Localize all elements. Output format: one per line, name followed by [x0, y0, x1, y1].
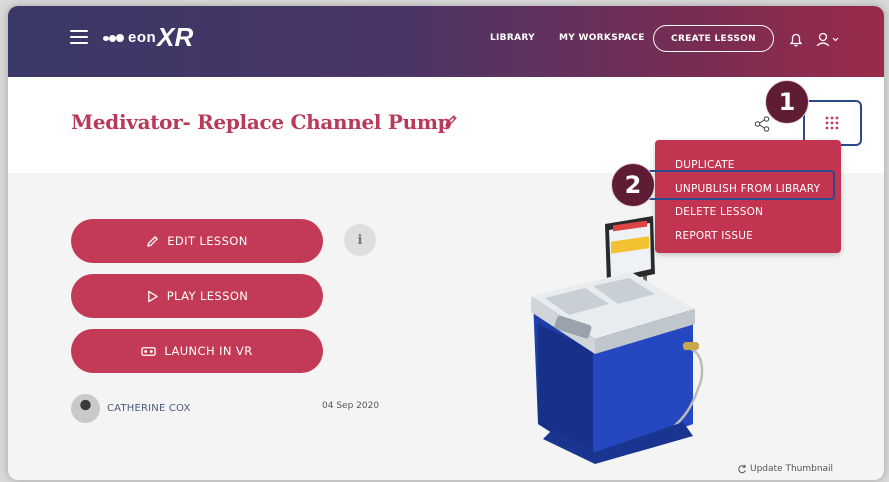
play-lesson-button[interactable]: PLAY LESSON: [71, 274, 323, 318]
app-window: eon XR LIBRARY MY WORKSPACE CREATE LESSO…: [8, 6, 884, 480]
grid-dots-icon: [825, 116, 839, 130]
edit-lesson-button[interactable]: EDIT LESSON: [71, 219, 323, 263]
bell-icon[interactable]: [789, 33, 803, 47]
launch-vr-button[interactable]: LAUNCH IN VR: [71, 329, 323, 373]
logo-text: eon: [128, 28, 157, 46]
logo-xr: XR: [157, 21, 194, 52]
update-thumbnail-link[interactable]: Update Thumbnail: [737, 464, 833, 474]
play-icon: [147, 290, 158, 302]
edit-lesson-label: EDIT LESSON: [167, 234, 248, 248]
callout-badge-1: 1: [765, 80, 809, 124]
update-thumbnail-label: Update Thumbnail: [750, 464, 834, 474]
info-button[interactable]: i: [344, 224, 376, 256]
nav-my-workspace[interactable]: MY WORKSPACE: [559, 33, 645, 43]
top-navbar: eon XR LIBRARY MY WORKSPACE CREATE LESSO…: [8, 6, 884, 77]
logo-mark-icon: [103, 31, 125, 43]
author-name[interactable]: CATHERINE COX: [107, 403, 191, 414]
lesson-date: 04 Sep 2020: [322, 401, 380, 411]
callout-badge-2: 2: [611, 163, 655, 207]
lesson-thumbnail-image: [531, 216, 704, 464]
eonxr-logo[interactable]: eon XR: [103, 22, 193, 52]
pencil-icon: [147, 235, 159, 247]
share-icon[interactable]: [754, 116, 770, 132]
lesson-title: Medivator- Replace Channel Pump: [71, 110, 452, 134]
author-avatar: [71, 394, 100, 423]
menu-icon[interactable]: [70, 30, 88, 44]
user-icon[interactable]: [816, 32, 840, 46]
refresh-icon: [738, 464, 746, 474]
create-lesson-button[interactable]: CREATE LESSON: [653, 25, 774, 52]
nav-library[interactable]: LIBRARY: [490, 33, 535, 43]
pencil-icon[interactable]: [444, 114, 458, 128]
play-lesson-label: PLAY LESSON: [166, 289, 249, 303]
launch-vr-label: LAUNCH IN VR: [164, 344, 253, 358]
vr-headset-icon: [141, 346, 157, 356]
